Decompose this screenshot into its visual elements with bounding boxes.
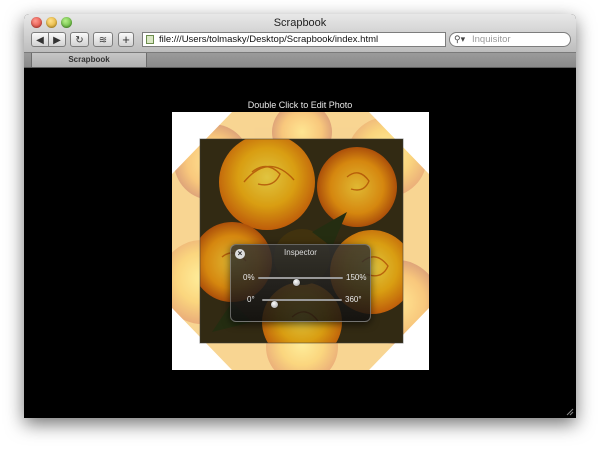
tab-bar: Scrapbook <box>24 53 576 68</box>
opacity-slider-knob[interactable] <box>293 279 301 286</box>
edit-photo-caption: Double Click to Edit Photo <box>247 100 353 110</box>
rotation-slider-knob[interactable] <box>271 301 278 308</box>
window-title: Scrapbook <box>273 17 327 29</box>
forward-button[interactable]: ▶ <box>49 32 66 47</box>
title-bar: Scrapbook ◀ ▶ ↻ ≋ + file:///Users/tolmas… <box>24 14 576 53</box>
snippet-button[interactable]: ≋ <box>93 32 113 47</box>
roses-photo[interactable] <box>172 112 429 370</box>
address-bar[interactable]: file:///Users/tolmasky/Desktop/Scrapbook… <box>142 32 446 47</box>
toolbar: ◀ ▶ ↻ ≋ + file:///Users/tolmasky/Desktop… <box>24 32 576 50</box>
forward-icon: ▶ <box>53 35 61 46</box>
tab-scrapbook[interactable]: Scrapbook <box>31 53 147 67</box>
photo-frame[interactable] <box>172 112 429 370</box>
search-placeholder: Inquisitor <box>472 34 511 45</box>
opacity-min-label: 0% <box>243 273 255 282</box>
reload-button[interactable]: ↻ <box>70 32 89 47</box>
opacity-max-label: 150% <box>346 273 367 282</box>
snippet-icon: ≋ <box>98 35 108 46</box>
inspector-panel[interactable]: × Inspector 0% 150% 0° 360° <box>230 244 371 322</box>
rotation-slider-track[interactable] <box>262 299 342 308</box>
browser-window: Scrapbook ◀ ▶ ↻ ≋ + file:///Users/tolmas… <box>24 14 576 418</box>
opacity-slider-track[interactable] <box>258 277 343 286</box>
back-button[interactable]: ◀ <box>31 32 49 47</box>
rotation-min-label: 0° <box>247 295 255 304</box>
search-field[interactable]: ⚲▾ Inquisitor <box>449 32 571 47</box>
page-content: Double Click to Edit Photo × Inspector 0… <box>24 68 576 418</box>
add-bookmark-button[interactable]: + <box>118 32 134 47</box>
file-icon <box>146 35 154 44</box>
reload-icon: ↻ <box>75 35 84 46</box>
resize-grip-icon[interactable] <box>566 408 574 416</box>
opacity-slider-row: 0% 150% <box>231 272 370 286</box>
rotation-slider-row: 0° 360° <box>231 294 370 308</box>
inspector-title: Inspector <box>284 248 317 257</box>
plus-icon: + <box>122 32 130 47</box>
address-text: file:///Users/tolmasky/Desktop/Scrapbook… <box>159 34 379 45</box>
rotation-max-label: 360° <box>345 295 362 304</box>
back-icon: ◀ <box>36 35 44 46</box>
search-icon: ⚲▾ <box>454 34 466 44</box>
